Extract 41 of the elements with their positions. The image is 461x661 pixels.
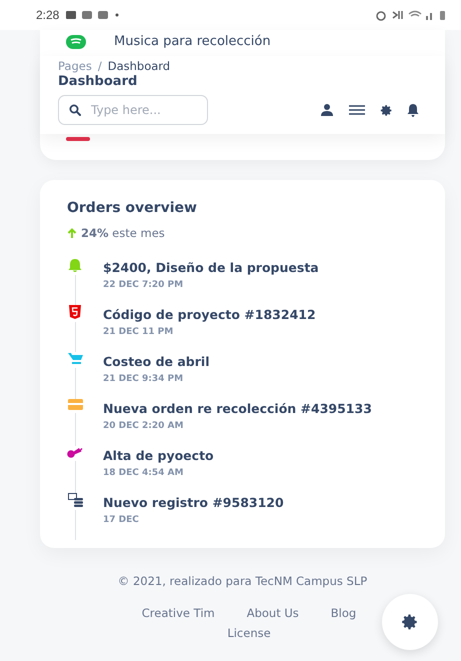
arrow-up-icon [67, 228, 77, 238]
footer-link[interactable]: About Us [246, 606, 299, 620]
card-title: Orders overview [67, 200, 198, 216]
breadcrumb-separator: / [98, 59, 102, 73]
event-date: 18 DEC 4:54 AM [103, 468, 184, 478]
event-date: 21 DEC 11 PM [103, 327, 174, 337]
footer-link[interactable]: Blog [330, 606, 356, 620]
status-time: 2:28 [36, 8, 60, 22]
breadcrumb-link[interactable]: Pages [58, 59, 92, 73]
app-icon [98, 11, 108, 19]
footer-link[interactable]: License [227, 626, 271, 640]
battery-icon [440, 11, 445, 20]
event-date: 22 DEC 7:20 PM [103, 280, 184, 290]
signal-icon [426, 13, 432, 20]
event-date: 20 DEC 2:20 AM [103, 421, 184, 431]
menu-icon[interactable] [348, 104, 366, 116]
event-title: Costeo de abril [103, 354, 210, 369]
search-field[interactable]: Type here... [58, 95, 208, 125]
dot-icon [116, 14, 119, 16]
trend-text: 24% este mes [81, 226, 165, 240]
list-item-marker [66, 137, 90, 141]
copyright-text: © 2021, realizado para TecNM Campus SLP [116, 574, 368, 588]
music-app-icon [66, 34, 86, 48]
event-title: Código de proyecto #1832412 [103, 307, 316, 322]
app-icon [82, 11, 92, 19]
music-title: Musica para recolección [114, 34, 271, 49]
user-icon[interactable] [320, 103, 334, 117]
event-title: $2400, Diseño de la propuesta [103, 260, 319, 275]
event-title: Alta de pyoecto [103, 448, 214, 463]
notification-bell-icon[interactable] [407, 103, 419, 117]
search-icon [69, 104, 81, 116]
page-title: Dashboard [58, 74, 138, 89]
breadcrumb-current: Dashboard [108, 59, 170, 73]
settings-icon [401, 613, 419, 631]
event-date: 17 DEC [103, 515, 140, 525]
footer-link[interactable]: Creative Tim [142, 606, 215, 620]
wifi-icon [408, 10, 422, 17]
settings-icon[interactable] [380, 104, 393, 116]
event-title: Nuevo registro #9583120 [103, 495, 284, 510]
event-date: 21 DEC 9:34 PM [103, 374, 184, 384]
event-title: Nueva orden re recolección #4395133 [103, 401, 372, 416]
